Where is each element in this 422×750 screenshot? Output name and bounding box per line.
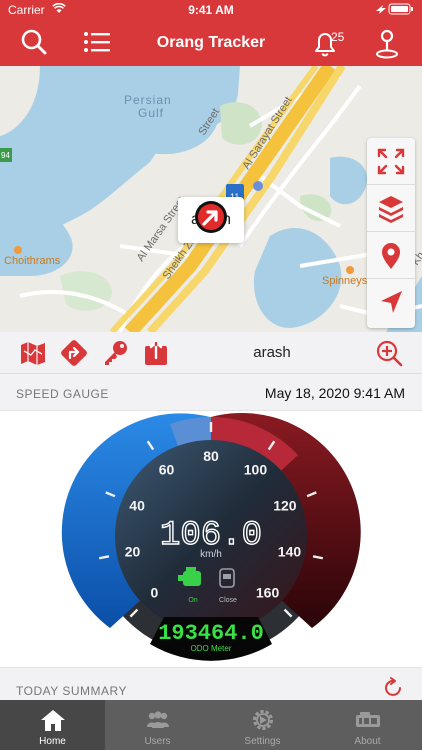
map-place-label: Choithrams [4,255,61,267]
users-icon [147,711,169,728]
marker-icon[interactable] [367,232,415,279]
tab-label: Home [39,736,66,747]
map-icon[interactable] [19,339,47,367]
gear-icon [253,710,273,730]
odometer-label: ODO Meter [191,644,232,653]
refresh-icon[interactable] [382,676,404,698]
section-label: TODAY SUMMARY [16,684,127,698]
door-label: Close [219,597,237,604]
gauge-date: May 18, 2020 9:41 AM [264,385,405,401]
speed-gauge: 020406080100120140160 106.0 km/h On Clos… [61,412,361,661]
today-summary-header: TODAY SUMMARY [0,668,422,700]
notification-badge: 25 [331,30,345,44]
map-place-label: Spinneys [322,275,368,287]
layers-icon[interactable] [367,185,415,232]
tab-about[interactable]: About [315,700,420,750]
speed-gauge-header: SPEED GAUGE May 18, 2020 9:41 AM [0,374,422,410]
share-icon[interactable] [142,339,170,367]
gauge-tick-label: 40 [129,497,145,513]
map-view[interactable]: Persian Gulf Al Sarayat Street Al Marsa S… [0,66,422,332]
directions-icon[interactable] [60,339,88,367]
about-icon [356,712,380,727]
navigation-bar: Orang Tracker 25 [0,20,422,66]
action-bar: arash [0,332,422,374]
speed-unit: km/h [200,549,222,560]
status-bar: Carrier 9:41 AM [0,0,422,20]
expand-icon[interactable] [367,138,415,185]
map-tools [367,138,415,328]
speed-gauge-panel: 0 20 40 60 80 100 120 140 160 106.0 km/h On Clos… [0,410,422,668]
gauge-tick-label: 100 [244,461,268,477]
home-icon [41,710,65,731]
app-title: Orang Tracker [156,34,266,51]
tab-settings[interactable]: Settings [210,700,315,750]
gauge-tick-label: 160 [256,585,280,601]
gauge-tick-label: 120 [273,497,297,513]
status-time: 9:41 AM [188,3,234,17]
map-route-label: 94 [1,151,10,160]
location-pin-icon[interactable] [372,28,404,59]
gauge-tick-label: 0 [151,585,159,601]
gauge-tick-label: 60 [159,461,175,477]
tab-label: About [354,736,381,747]
engine-label: On [188,597,197,604]
tab-users[interactable]: Users [105,700,210,750]
tab-label: Settings [244,736,281,747]
navigate-icon[interactable] [367,279,415,326]
tab-bar: Home Users Settings About [0,700,422,750]
device-name: arash [253,344,291,361]
battery-icon [374,3,414,18]
tab-home[interactable]: Home [0,700,105,750]
zoom-in-icon[interactable] [375,339,403,367]
gauge-tick-label: 80 [203,448,219,464]
gauge-tick-label: 140 [278,544,302,560]
odometer-value: 193464.0 [158,621,264,646]
section-label: SPEED GAUGE [16,387,109,401]
tab-label: Users [144,736,171,747]
gauge-tick-label: 20 [125,544,141,560]
vehicle-marker-icon[interactable] [194,200,228,234]
key-icon[interactable] [101,339,129,367]
